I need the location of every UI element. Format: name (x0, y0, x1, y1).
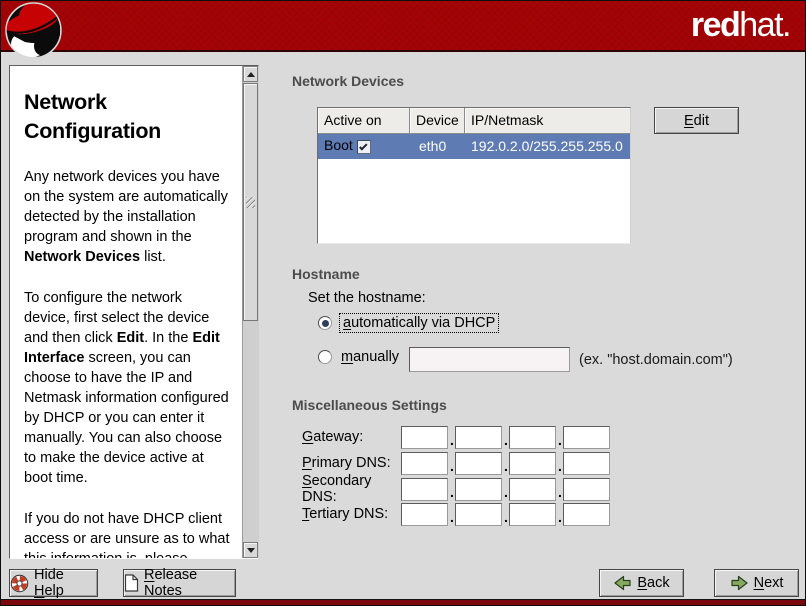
auto-dhcp-label[interactable]: automatically via DHCP (339, 313, 499, 333)
manual-radio[interactable] (318, 350, 332, 364)
hide-help-button[interactable]: Hide Help (9, 569, 98, 597)
primary-dns-row: Primary DNS: . . . (302, 451, 611, 475)
life-ring-icon (10, 574, 29, 593)
wordmark-rest: hat. (739, 6, 790, 44)
document-icon (124, 574, 139, 592)
tertiary-dns-octet-1[interactable] (401, 503, 448, 526)
help-scrollbar (242, 66, 258, 558)
column-header-device[interactable]: Device (410, 108, 465, 134)
primary-dns-octet-1[interactable] (401, 452, 448, 475)
arrow-right-icon (730, 575, 749, 591)
next-button-label: Next (754, 575, 784, 591)
radio-dot-icon (322, 320, 329, 327)
scroll-down-button[interactable] (243, 542, 258, 558)
table-header-row: Active on Boot Device IP/Netmask (318, 108, 630, 134)
column-header-ip-netmask[interactable]: IP/Netmask (465, 108, 630, 134)
scrollbar-grip-icon (246, 197, 255, 208)
help-p2-bold-edit: Edit (117, 330, 144, 346)
secondary-dns-octet-1[interactable] (401, 478, 448, 501)
edit-button-label: Edit (684, 113, 709, 129)
help-p1-text: Any network devices you have on the syst… (24, 169, 228, 245)
help-text: Network Configuration Any network device… (10, 66, 242, 558)
gateway-octet-3[interactable] (509, 426, 556, 449)
tertiary-dns-octet-3[interactable] (509, 503, 556, 526)
redhat-shadowman-logo-icon (5, 2, 62, 64)
edit-button[interactable]: Edit (654, 107, 739, 134)
gateway-label: Gateway: (302, 429, 401, 445)
hide-help-label: Hide Help (34, 567, 97, 599)
primary-dns-octet-3[interactable] (509, 452, 556, 475)
column-header-active-on-boot[interactable]: Active on Boot (318, 108, 410, 134)
manual-label[interactable]: manually (339, 349, 399, 365)
secondary-dns-label: Secondary DNS: (302, 473, 401, 505)
help-p1-tail: list. (140, 249, 166, 265)
arrow-left-icon (613, 575, 632, 591)
secondary-dns-row: Secondary DNS: . . . (302, 477, 611, 501)
hostname-hint: (ex. "host.domain.com") (579, 352, 733, 368)
tertiary-dns-octet-2[interactable] (455, 503, 502, 526)
gateway-octet-2[interactable] (455, 426, 502, 449)
secondary-dns-octet-3[interactable] (509, 478, 556, 501)
hostname-manual-option: manually (318, 349, 399, 365)
back-button[interactable]: Back (599, 569, 684, 597)
secondary-dns-octet-4[interactable] (563, 478, 610, 501)
window-bottom-border (1, 599, 805, 605)
hostname-input[interactable] (409, 347, 570, 372)
redhat-wordmark: redhat. (691, 6, 790, 44)
active-on-boot-checkbox[interactable] (357, 140, 371, 154)
installer-window: redhat. Network Configuration Any networ… (0, 0, 806, 606)
ip-netmask-cell: 192.0.2.0/255.255.255.0 (465, 134, 630, 159)
auto-dhcp-radio[interactable] (318, 316, 332, 330)
release-notes-button[interactable]: Release Notes (123, 569, 236, 597)
set-hostname-label: Set the hostname: (308, 290, 426, 306)
tertiary-dns-octet-4[interactable] (563, 503, 610, 526)
primary-dns-label: Primary DNS: (302, 455, 401, 471)
release-notes-label: Release Notes (144, 567, 235, 599)
misc-settings-section-label: Miscellaneous Settings (292, 397, 447, 413)
next-button[interactable]: Next (714, 569, 799, 597)
help-p2-mid: . In the (144, 330, 192, 346)
secondary-dns-octet-2[interactable] (455, 478, 502, 501)
primary-dns-octet-2[interactable] (455, 452, 502, 475)
help-panel: Network Configuration Any network device… (9, 65, 259, 559)
gateway-octet-1[interactable] (401, 426, 448, 449)
help-title: Network Configuration (24, 88, 230, 146)
help-p2-tail: screen, you can choose to have the IP an… (24, 350, 229, 486)
arrow-down-icon (247, 548, 255, 553)
scrollbar-thumb[interactable] (243, 83, 258, 321)
scroll-up-button[interactable] (243, 66, 258, 82)
active-on-boot-cell (318, 134, 410, 159)
hostname-section-label: Hostname (292, 266, 360, 282)
back-button-label: Back (637, 575, 669, 591)
check-icon (359, 142, 367, 150)
help-p1-bold: Network Devices (24, 249, 140, 265)
help-paragraph-1: Any network devices you have on the syst… (24, 167, 230, 267)
help-paragraph-3: If you do not have DHCP client access or… (24, 509, 230, 558)
header-banner: redhat. (1, 1, 805, 52)
wordmark-bold: red (691, 6, 739, 44)
network-devices-table: Active on Boot Device IP/Netmask eth0 19… (317, 107, 631, 244)
gateway-octet-4[interactable] (563, 426, 610, 449)
primary-dns-octet-4[interactable] (563, 452, 610, 475)
device-cell: eth0 (410, 134, 465, 159)
hostname-auto-option: automatically via DHCP (318, 313, 499, 333)
tertiary-dns-label: Tertiary DNS: (302, 506, 401, 522)
arrow-up-icon (247, 72, 255, 77)
network-devices-section-label: Network Devices (292, 73, 404, 89)
tertiary-dns-row: Tertiary DNS: . . . (302, 502, 611, 526)
help-paragraph-2: To configure the network device, first s… (24, 288, 230, 488)
table-row[interactable]: eth0 192.0.2.0/255.255.255.0 (318, 134, 630, 159)
gateway-row: Gateway: . . . (302, 425, 611, 449)
